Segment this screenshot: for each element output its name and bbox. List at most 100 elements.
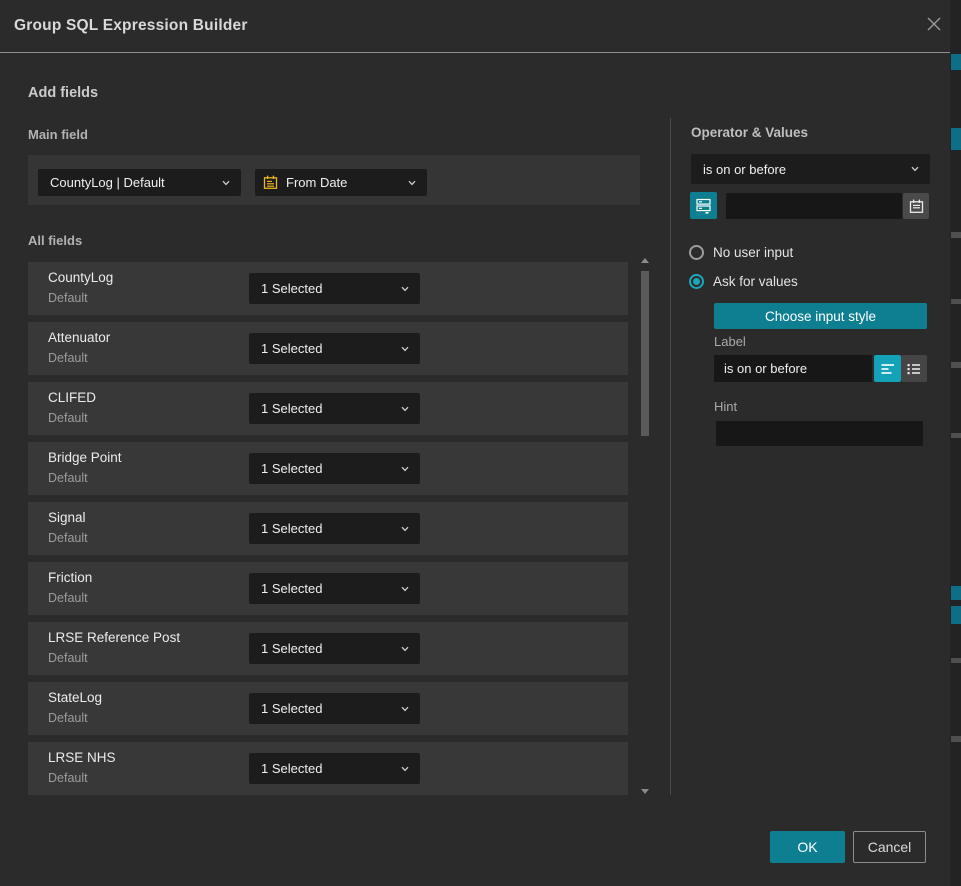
chevron-down-icon — [400, 704, 410, 714]
all-fields-list: CountyLog Default 1 Selected Attenuator Defa… — [28, 262, 628, 795]
field-subtitle: Default — [48, 711, 88, 725]
field-row: Friction Default 1 Selected — [28, 562, 628, 615]
edge-fragment — [951, 362, 961, 368]
main-field-band: CountyLog | Default From Date — [28, 155, 640, 205]
field-selected-value: 1 Selected — [249, 401, 400, 416]
radio-label: Ask for values — [713, 274, 798, 289]
field-selected-dropdown[interactable]: 1 Selected — [249, 753, 420, 784]
scrollbar-up-arrow-icon[interactable] — [641, 258, 649, 263]
field-subtitle: Default — [48, 531, 88, 545]
titlebar-divider — [0, 52, 961, 53]
field-row: StateLog Default 1 Selected — [28, 682, 628, 735]
calendar-icon — [263, 175, 278, 190]
chevron-down-icon — [400, 404, 410, 414]
radio-circle-unselected — [689, 245, 704, 260]
field-selected-value: 1 Selected — [249, 581, 400, 596]
field-name: CountyLog — [48, 270, 113, 285]
chevron-down-icon — [400, 464, 410, 474]
group-sql-expression-builder-dialog: Group SQL Expression Builder Add fields … — [0, 0, 950, 886]
radio-ask-for-values[interactable]: Ask for values — [689, 274, 798, 289]
field-selected-dropdown[interactable]: 1 Selected — [249, 513, 420, 544]
field-name: LRSE Reference Post — [48, 630, 180, 645]
value-list-style-icon[interactable] — [901, 355, 927, 382]
cancel-button[interactable]: Cancel — [853, 831, 926, 863]
chevron-down-icon — [400, 764, 410, 774]
edge-fragment — [951, 433, 961, 438]
hint-input[interactable] — [716, 421, 923, 446]
field-name: Friction — [48, 570, 92, 585]
main-layer-dropdown-value: CountyLog | Default — [38, 175, 221, 190]
main-layer-dropdown[interactable]: CountyLog | Default — [38, 169, 241, 196]
field-row: Attenuator Default 1 Selected — [28, 322, 628, 375]
field-subtitle: Default — [48, 591, 88, 605]
field-subtitle: Default — [48, 771, 88, 785]
hint-field-label: Hint — [714, 399, 737, 414]
radio-circle-selected — [689, 274, 704, 289]
field-row: LRSE Reference PostDefault1 Selected — [28, 622, 628, 675]
operator-values-heading: Operator & Values — [691, 125, 808, 140]
operator-dropdown[interactable]: is on or before — [691, 154, 930, 184]
field-selected-dropdown[interactable]: 1 Selected — [249, 693, 420, 724]
field-selected-dropdown[interactable]: 1 Selected — [249, 633, 420, 664]
unique-values-icon[interactable] — [690, 192, 717, 219]
field-name: CLIFED — [48, 390, 96, 405]
field-selected-dropdown[interactable]: 1 Selected — [249, 273, 420, 304]
main-field-label: Main field — [28, 127, 88, 142]
edge-fragment — [951, 658, 961, 663]
field-subtitle: Default — [48, 291, 88, 305]
field-selected-dropdown[interactable]: 1 Selected — [249, 453, 420, 484]
chevron-down-icon — [400, 284, 410, 294]
value-input[interactable] — [726, 193, 902, 219]
field-row: Bridge Point Default 1 Selected — [28, 442, 628, 495]
operator-dropdown-value: is on or before — [691, 162, 910, 177]
field-name: Attenuator — [48, 330, 110, 345]
edge-fragment — [951, 54, 961, 70]
main-field-dropdown[interactable]: From Date — [255, 169, 427, 196]
edge-fragment — [951, 299, 961, 304]
calendar-picker-icon[interactable] — [903, 193, 929, 219]
edge-fragment — [951, 736, 961, 742]
text-label-style-icon[interactable] — [874, 355, 901, 382]
radio-no-user-input[interactable]: No user input — [689, 245, 793, 260]
field-subtitle: Default — [48, 351, 88, 365]
scrollbar-down-arrow-icon[interactable] — [641, 789, 649, 794]
chevron-down-icon — [400, 644, 410, 654]
field-row: CountyLog Default 1 Selected — [28, 262, 628, 315]
field-selected-dropdown[interactable]: 1 Selected — [249, 333, 420, 364]
edge-fragment — [951, 128, 961, 150]
field-selected-dropdown[interactable]: 1 Selected — [249, 573, 420, 604]
chevron-down-icon — [407, 178, 417, 188]
edge-fragment — [951, 586, 961, 600]
field-selected-value: 1 Selected — [249, 521, 400, 536]
field-name: Bridge Point — [48, 450, 122, 465]
field-name: StateLog — [48, 690, 102, 705]
field-name: Signal — [48, 510, 86, 525]
radio-label: No user input — [713, 245, 793, 260]
all-fields-label: All fields — [28, 233, 82, 248]
dialog-titlebar: Group SQL Expression Builder — [0, 0, 950, 52]
field-row: CLIFED Default 1 Selected — [28, 382, 628, 435]
close-icon[interactable] — [925, 15, 943, 33]
chevron-down-icon — [400, 344, 410, 354]
field-subtitle: Default — [48, 471, 88, 485]
scrollbar-thumb[interactable] — [641, 271, 649, 436]
chevron-down-icon — [910, 164, 920, 174]
choose-input-style-button[interactable]: Choose input style — [714, 303, 927, 329]
field-selected-value: 1 Selected — [249, 461, 400, 476]
label-input[interactable] — [714, 355, 872, 382]
field-name: LRSE NHS — [48, 750, 116, 765]
field-selected-value: 1 Selected — [249, 761, 400, 776]
field-selected-value: 1 Selected — [249, 701, 400, 716]
background-app-edge — [950, 0, 961, 886]
edge-fragment — [951, 606, 961, 624]
field-subtitle: Default — [48, 411, 88, 425]
field-row: Signal Default 1 Selected — [28, 502, 628, 555]
field-selected-dropdown[interactable]: 1 Selected — [249, 393, 420, 424]
chevron-down-icon — [400, 524, 410, 534]
chevron-down-icon — [221, 178, 231, 188]
field-selected-value: 1 Selected — [249, 281, 400, 296]
edge-fragment — [951, 232, 961, 238]
dialog-title: Group SQL Expression Builder — [14, 0, 248, 52]
field-row: LRSE NHS Default 1 Selected — [28, 742, 628, 795]
ok-button[interactable]: OK — [770, 831, 845, 863]
